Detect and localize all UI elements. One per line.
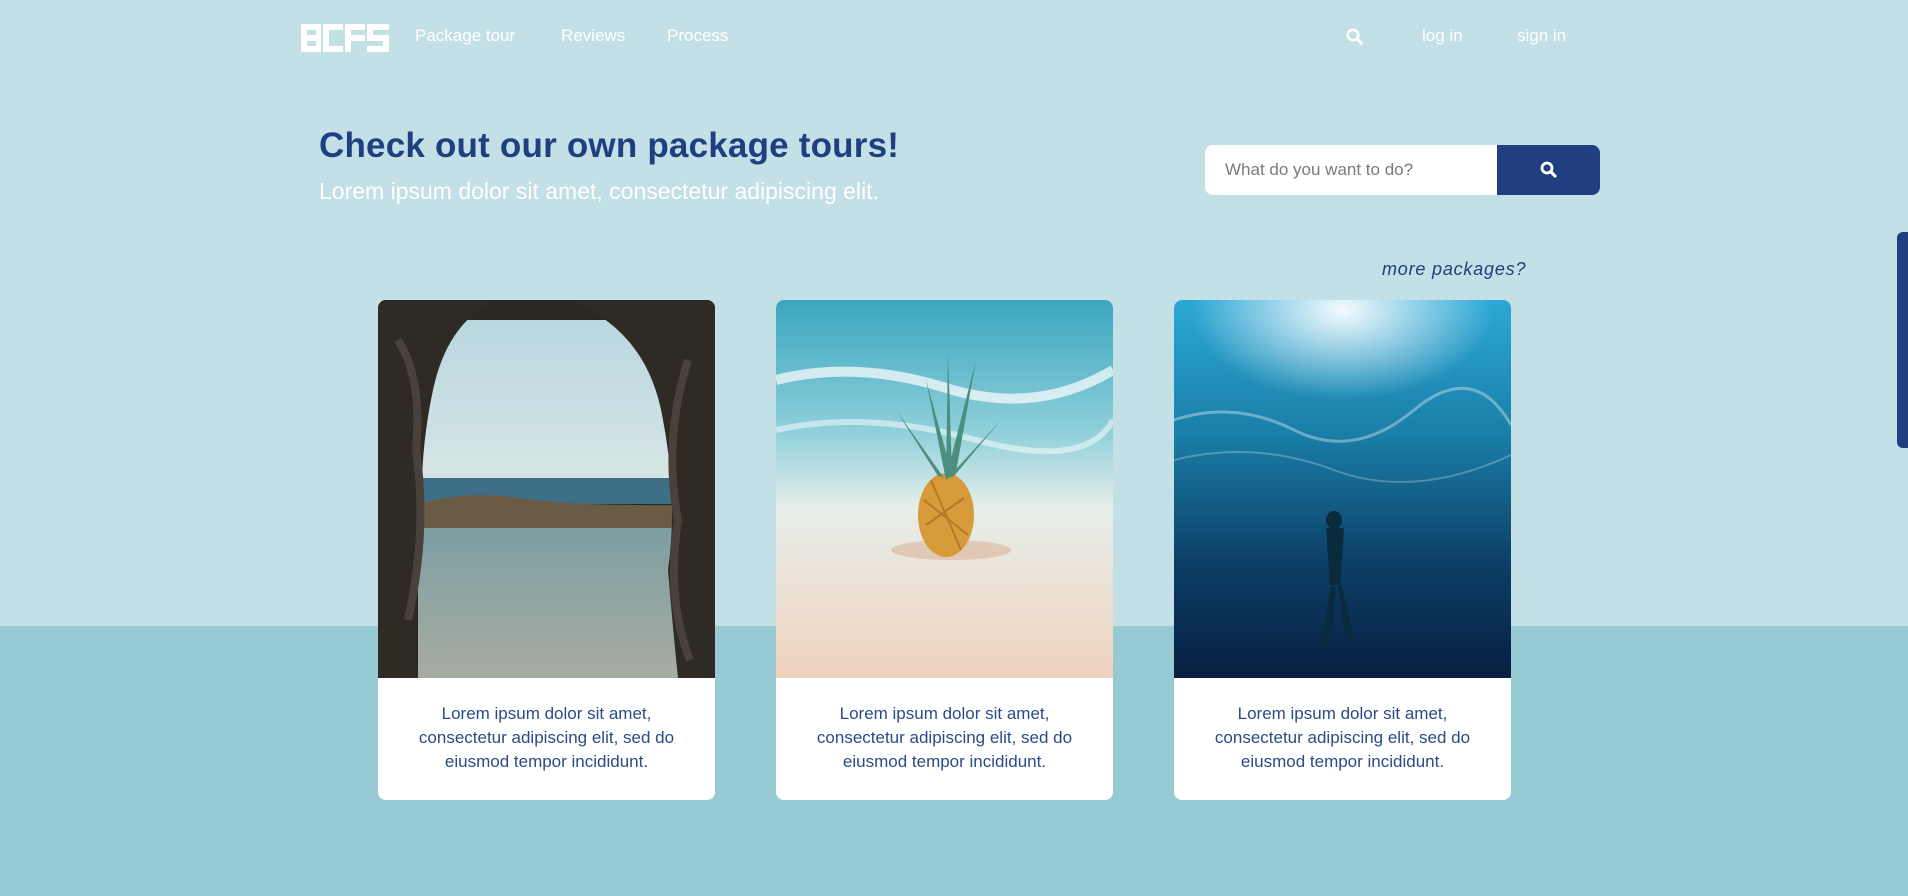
card-image-pineapple-beach: [776, 300, 1113, 678]
card-description: Lorem ipsum dolor sit amet, consectetur …: [816, 704, 1073, 771]
card-description: Lorem ipsum dolor sit amet, consectetur …: [418, 704, 675, 771]
page-title: Check out our own package tours!: [319, 126, 900, 165]
search-icon[interactable]: [1345, 27, 1365, 47]
more-packages-link[interactable]: more packages?: [1382, 259, 1526, 280]
package-card[interactable]: Lorem ipsum dolor sit amet, consectetur …: [1174, 300, 1511, 800]
nav-link-package-tour[interactable]: Package tour: [415, 26, 515, 46]
top-navigation: Package tour Reviews Process log in sign…: [0, 0, 1908, 74]
search-icon: [1540, 161, 1557, 178]
search-input[interactable]: [1205, 145, 1497, 195]
card-image-sea-arch: [378, 300, 715, 678]
page-subtitle: Lorem ipsum dolor sit amet, consectetur …: [319, 178, 879, 204]
search-button[interactable]: [1497, 145, 1600, 195]
login-link[interactable]: log in: [1422, 26, 1463, 46]
package-card[interactable]: Lorem ipsum dolor sit amet, consectetur …: [378, 300, 715, 800]
card-image-freediver: [1174, 300, 1511, 678]
nav-link-process[interactable]: Process: [667, 26, 728, 46]
nav-link-reviews[interactable]: Reviews: [561, 26, 625, 46]
signin-link[interactable]: sign in: [1517, 26, 1566, 46]
logo-mark: [301, 24, 389, 52]
scrollbar-thumb[interactable]: [1897, 232, 1908, 448]
site-logo[interactable]: [301, 24, 389, 52]
package-search: [1205, 145, 1600, 195]
package-card[interactable]: Lorem ipsum dolor sit amet, consectetur …: [776, 300, 1113, 800]
card-description: Lorem ipsum dolor sit amet, consectetur …: [1214, 704, 1471, 771]
